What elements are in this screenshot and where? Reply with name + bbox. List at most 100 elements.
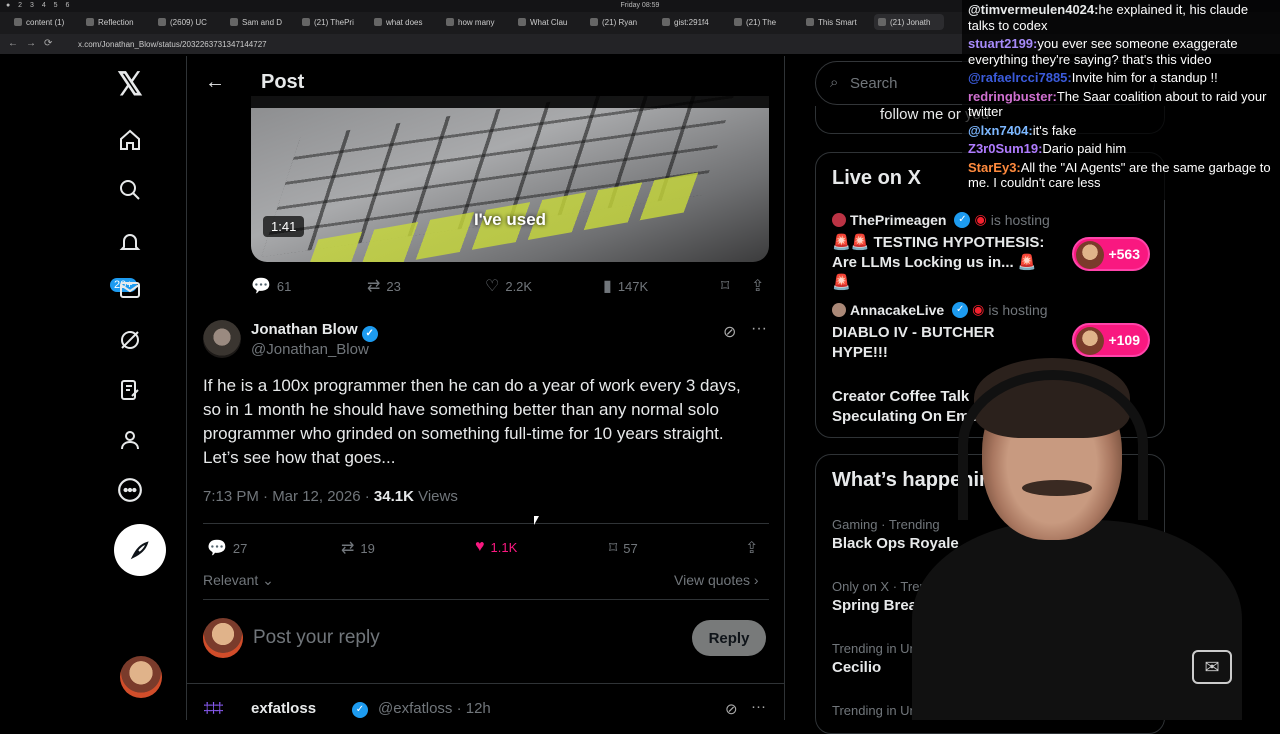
page-title: Post	[261, 70, 305, 93]
tab-label: (21) The	[746, 17, 777, 27]
tab-favicon-icon	[518, 18, 526, 26]
tab-label: (2609) UC	[170, 17, 207, 27]
reply-author-name[interactable]: exfatloss	[251, 700, 316, 717]
quoted-video[interactable]: 1:41 I've used	[251, 96, 769, 262]
chat-username: Z3r0Sum19:	[968, 141, 1043, 156]
chat-username: stuart2199:	[968, 36, 1038, 51]
quoted-bookmark-button[interactable]: ⌑	[721, 276, 729, 296]
tab-favicon-icon	[590, 18, 598, 26]
live-title: Live on X	[832, 167, 921, 189]
quoted-reply-button[interactable]: 💬 61	[251, 276, 291, 296]
author-handle[interactable]: @Jonathan_Blow	[251, 341, 369, 358]
share-icon: ⇪	[751, 278, 765, 295]
reply-button-submit[interactable]: Reply	[692, 620, 766, 656]
reply-item[interactable]: ‡‡‡ exfatloss ✓ @exfatloss · 12h ⊘ ···	[203, 698, 769, 720]
grok-explain-icon[interactable]: ⊘	[723, 322, 736, 342]
tab-label: What Clau	[530, 17, 568, 27]
divider	[187, 683, 784, 684]
heart-filled-icon: ♥	[475, 538, 485, 555]
quoted-like-button[interactable]: ♡ 2.2K	[485, 276, 532, 296]
like-button[interactable]: ♥ 1.1K	[475, 538, 517, 556]
headset	[958, 370, 1148, 520]
messages-envelope-icon[interactable]	[114, 274, 146, 306]
video-caption: I've used	[473, 210, 547, 229]
grok-explain-icon[interactable]: ⊘	[725, 700, 738, 718]
nav-buttons[interactable]: ←→⟳	[8, 38, 60, 49]
view-quotes-link[interactable]: View quotes ›	[674, 572, 759, 588]
chat-message: Z3r0Sum19:Dario paid him	[968, 141, 1274, 157]
tab-favicon-icon	[734, 18, 742, 26]
more-options-icon[interactable]: ···	[751, 320, 767, 338]
reply-input[interactable]: Post your reply	[253, 627, 380, 649]
host-avatar	[832, 302, 846, 317]
author-avatar[interactable]	[203, 320, 241, 358]
repost-icon: ⇄	[341, 540, 355, 557]
quoted-share-button[interactable]: ⇪	[751, 276, 764, 296]
tab-favicon-icon	[230, 18, 238, 26]
verified-badge-icon: ✓	[361, 326, 378, 342]
author-name-wrap[interactable]: Jonathan Blow ✓	[251, 321, 378, 342]
explore-search-icon[interactable]	[114, 174, 146, 206]
browser-tab[interactable]: (21) Ryan	[586, 14, 656, 30]
repost-button[interactable]: ⇄ 19	[341, 538, 375, 558]
reply-count: 27	[232, 540, 248, 556]
tab-favicon-icon	[806, 18, 814, 26]
listener-pill[interactable]: +563	[1072, 237, 1150, 271]
tab-favicon-icon	[878, 18, 886, 26]
heart-icon: ♡	[485, 278, 500, 295]
browser-tab[interactable]: Sam and D	[226, 14, 296, 30]
more-options-icon[interactable]: ···	[751, 698, 766, 715]
quoted-repost-button[interactable]: ⇄ 23	[367, 276, 401, 296]
back-arrow-icon[interactable]: ←	[205, 71, 225, 94]
browser-tab[interactable]: (21) The	[730, 14, 800, 30]
browser-tab[interactable]: What Clau	[514, 14, 584, 30]
verified-badge-icon: ✓	[952, 301, 969, 318]
chat-username: @lxn7404:	[968, 122, 1033, 138]
tab-favicon-icon	[446, 18, 454, 26]
reply-bubble-icon: 💬	[251, 278, 271, 295]
reply-button[interactable]: 💬 27	[207, 538, 247, 558]
live-item[interactable]: ThePrimeagen ✓ ◉ is hosting 🚨🚨 TESTING HYPO…	[832, 211, 1162, 293]
more-circle-icon[interactable]	[114, 474, 146, 506]
tab-label: (21) Jonath	[890, 17, 931, 27]
chevron-right-icon: ›	[750, 572, 759, 588]
browser-tab[interactable]: (21) ThePri	[298, 14, 368, 30]
tweet-meta: 7:13 PM · Mar 12, 2026 · 34.1K Views	[203, 488, 458, 505]
browser-tab[interactable]: how many	[442, 14, 512, 30]
sort-label: Relevant	[203, 572, 259, 588]
url-text[interactable]: x.com/Jonathan_Blow/status/2032263731347…	[78, 40, 267, 49]
divider	[203, 523, 769, 524]
browser-tab[interactable]: (21) Jonath	[874, 14, 944, 30]
chat-text: Dario paid him	[1042, 141, 1127, 156]
notifications-bell-icon[interactable]	[114, 226, 146, 258]
browser-tab[interactable]: content (1)	[10, 14, 80, 30]
x-logo-icon[interactable]: 𝕏	[114, 66, 146, 102]
bookmark-button[interactable]: ⌑ 57	[609, 538, 638, 558]
feather-icon	[130, 541, 149, 560]
tab-label: (21) Ryan	[602, 17, 638, 27]
quoted-views-count: 147K	[617, 278, 649, 294]
profile-person-icon[interactable]	[114, 424, 146, 456]
grok-icon[interactable]	[114, 324, 146, 356]
reply-author-avatar[interactable]: ‡‡‡	[203, 700, 243, 720]
compose-post-button[interactable]	[114, 524, 166, 576]
quoted-actions: 💬 61 ⇄ 23 ♡ 2.2K ▮ 147K ⌑ ⇪	[251, 276, 771, 296]
reply-bubble-icon: 💬	[207, 540, 227, 557]
quoted-views-button[interactable]: ▮ 147K	[603, 276, 648, 296]
author-name[interactable]: Jonathan Blow	[251, 321, 358, 338]
browser-tab[interactable]: gist:291f4	[658, 14, 728, 30]
home-icon[interactable]	[114, 124, 146, 156]
articles-edit-icon[interactable]	[114, 374, 146, 406]
account-avatar[interactable]	[120, 656, 162, 698]
browser-tab[interactable]: (2609) UC	[154, 14, 224, 30]
browser-tab[interactable]: what does	[370, 14, 440, 30]
chat-message: stuart2199:you ever see someone exaggera…	[968, 36, 1274, 67]
sort-relevant-dropdown[interactable]: Relevant ⌄	[203, 572, 274, 589]
reply-author-handle[interactable]: @exfatloss · 12h	[378, 700, 491, 717]
share-button[interactable]: ⇪	[745, 538, 758, 558]
view-quotes-label: View quotes	[674, 572, 751, 588]
browser-tab[interactable]: Reflection	[82, 14, 152, 30]
bookmark-icon: ⌑	[609, 540, 618, 557]
browser-tab[interactable]: This Smart	[802, 14, 872, 30]
tweet-timestamp[interactable]: 7:13 PM · Mar 12, 2026 ·	[203, 488, 374, 505]
